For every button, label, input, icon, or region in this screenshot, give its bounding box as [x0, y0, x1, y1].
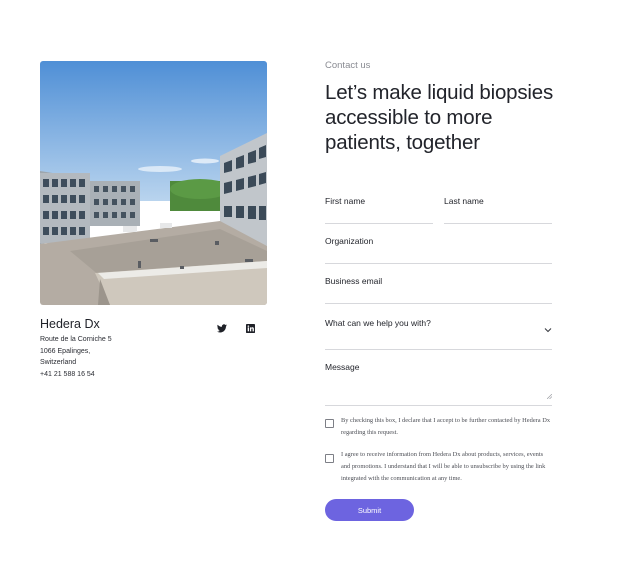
organization-input[interactable]: [325, 251, 552, 261]
address-street: Route de la Corniche 5: [40, 336, 112, 343]
consent-text: By checking this box, I declare that I a…: [341, 417, 551, 437]
last-name-label: Last name: [444, 196, 484, 206]
email-input[interactable]: [325, 291, 552, 301]
submit-button[interactable]: Submit: [325, 499, 414, 521]
linkedin-icon: [245, 323, 255, 333]
organization-field[interactable]: Organization: [325, 236, 552, 264]
help-topic-select[interactable]: What can we help you with?: [325, 318, 552, 350]
help-topic-value: What can we help you with?: [325, 318, 431, 328]
message-label: Message: [325, 362, 360, 372]
resize-handle-icon[interactable]: [546, 386, 553, 404]
first-name-label: First name: [325, 196, 366, 206]
chevron-down-icon: [544, 320, 552, 338]
twitter-link[interactable]: [216, 322, 228, 334]
last-name-field[interactable]: Last name: [444, 196, 552, 224]
organization-label: Organization: [325, 236, 374, 246]
twitter-icon: [217, 323, 227, 332]
linkedin-link[interactable]: [244, 322, 256, 334]
first-name-field[interactable]: First name: [325, 196, 433, 224]
marketing-checkbox[interactable]: [325, 454, 334, 463]
company-address: Route de la Corniche 5 1066 Epalinges, S…: [40, 334, 112, 380]
first-name-input[interactable]: [325, 211, 433, 221]
marketing-text: I agree to receive information from Hede…: [341, 451, 546, 483]
address-phone: +41 21 588 16 54: [40, 370, 95, 378]
campus-photo: [40, 61, 267, 305]
email-label: Business email: [325, 276, 383, 286]
last-name-input[interactable]: [444, 211, 552, 221]
message-field[interactable]: Message: [325, 362, 553, 406]
section-eyebrow: Contact us: [325, 60, 371, 71]
address-country: Switzerland: [40, 359, 77, 366]
address-city: 1066 Epalinges,: [40, 347, 91, 355]
company-name: Hedera Dx: [40, 317, 100, 331]
page-title: Let’s make liquid biopsies accessible to…: [325, 81, 554, 154]
email-field[interactable]: Business email: [325, 276, 552, 304]
consent-checkbox[interactable]: [325, 419, 334, 428]
